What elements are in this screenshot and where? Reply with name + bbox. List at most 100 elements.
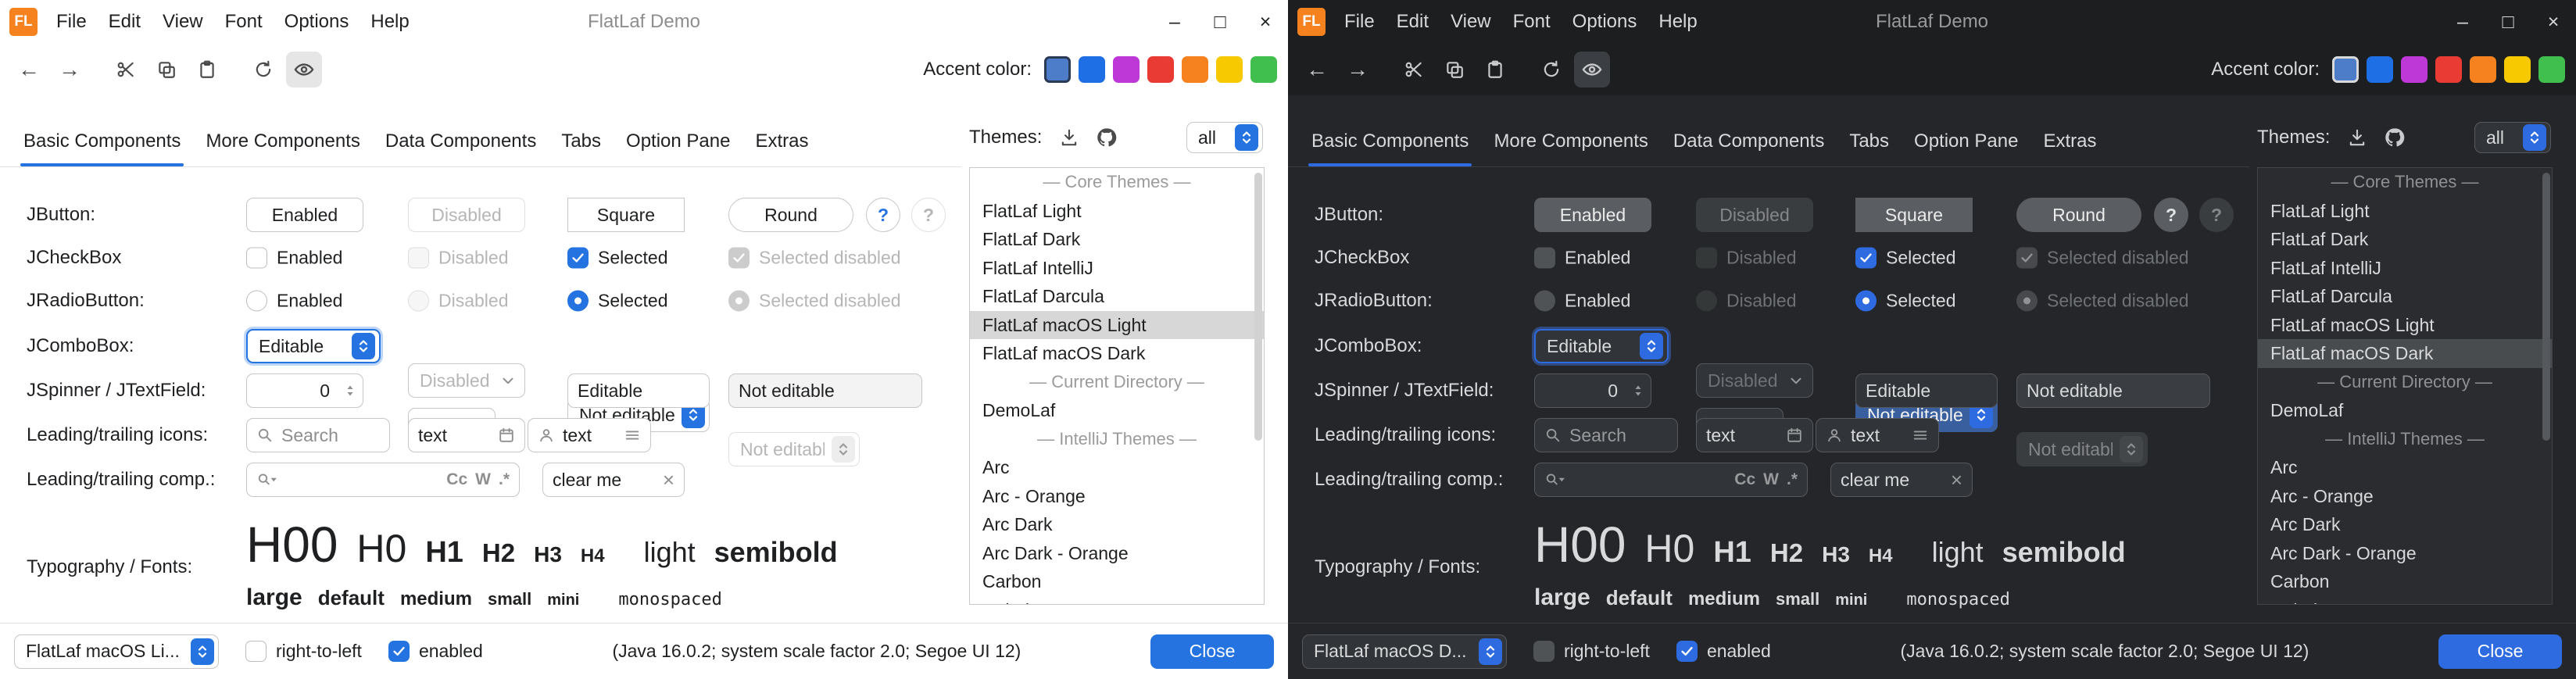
whole-word-button[interactable]: W	[475, 470, 491, 489]
accent-swatch[interactable]	[2401, 56, 2428, 83]
editable-combobox[interactable]	[1534, 329, 1669, 363]
themes-scrollbar[interactable]	[2542, 170, 2550, 602]
theme-list-item[interactable]: FlatLaf Light	[970, 197, 1264, 226]
date-input[interactable]	[1706, 425, 1778, 446]
enabled-button[interactable]: Enabled	[1534, 198, 1651, 232]
minimize-button[interactable]: –	[2440, 0, 2485, 44]
theme-list-item[interactable]: Arc Dark	[2258, 510, 2552, 539]
accent-swatch[interactable]	[1147, 56, 1174, 83]
tab-tabs[interactable]: Tabs	[1838, 120, 1900, 166]
tab-extras[interactable]: Extras	[2032, 120, 2107, 166]
theme-list-item[interactable]: Cobalt 2	[970, 596, 1264, 606]
show-hidden-toggle-button[interactable]	[1574, 52, 1610, 88]
user-input[interactable]	[1851, 425, 1904, 446]
date-field[interactable]	[1696, 418, 1813, 452]
forward-button[interactable]: →	[52, 52, 88, 88]
combo-updown-icon[interactable]	[1479, 638, 1502, 665]
radio-selected[interactable]: Selected	[567, 291, 668, 312]
tab-more-components[interactable]: More Components	[1483, 120, 1658, 166]
editable-textfield[interactable]	[1855, 373, 1998, 408]
theme-list-item[interactable]: Carbon	[970, 567, 1264, 596]
theme-list-item[interactable]: Arc Dark - Orange	[970, 539, 1264, 568]
right-to-left-checkbox[interactable]: right-to-left	[245, 641, 362, 662]
editable-textfield-input[interactable]	[578, 381, 699, 402]
cut-button[interactable]	[108, 52, 144, 88]
square-button[interactable]: Square	[1855, 198, 1973, 232]
match-case-button[interactable]: Cc	[1734, 470, 1755, 489]
menu-font[interactable]: Font	[1502, 6, 1562, 38]
theme-list-item[interactable]: Cobalt 2	[2258, 596, 2552, 606]
right-to-left-checkbox[interactable]: right-to-left	[1533, 641, 1650, 662]
combobox-input[interactable]	[259, 336, 345, 357]
menu-edit[interactable]: Edit	[98, 6, 152, 38]
combo-updown-icon[interactable]	[1640, 333, 1663, 359]
paste-button[interactable]	[1477, 52, 1513, 88]
maximize-button[interactable]: □	[2485, 0, 2531, 44]
calendar-icon[interactable]	[1786, 427, 1803, 444]
search-input[interactable]	[1569, 425, 1668, 446]
theme-list-item[interactable]: FlatLaf Dark	[970, 225, 1264, 254]
theme-list-item[interactable]: Arc	[970, 453, 1264, 482]
spinner[interactable]	[246, 373, 363, 408]
square-button[interactable]: Square	[567, 198, 685, 232]
forward-button[interactable]: →	[1340, 52, 1376, 88]
theme-combobox[interactable]: FlatLaf macOS Li...	[14, 634, 219, 669]
copy-button[interactable]	[1436, 52, 1472, 88]
tab-data-components[interactable]: Data Components	[374, 120, 547, 166]
theme-list-item[interactable]: Arc	[2258, 453, 2552, 482]
date-field[interactable]	[408, 418, 525, 452]
date-input[interactable]	[418, 425, 490, 446]
accent-swatch[interactable]	[1182, 56, 1208, 83]
show-hidden-toggle-button[interactable]	[286, 52, 322, 88]
menu-icon[interactable]	[1912, 427, 1929, 444]
search-options-field[interactable]: Cc W .*	[1534, 463, 1808, 497]
clearable-field[interactable]: ×	[1830, 463, 1973, 497]
radio-enabled[interactable]: Enabled	[246, 291, 342, 312]
regex-button[interactable]: .*	[1787, 470, 1798, 489]
tab-extras[interactable]: Extras	[744, 120, 819, 166]
radio-enabled[interactable]: Enabled	[1534, 291, 1630, 312]
search-field[interactable]	[246, 418, 390, 452]
checkbox-enabled[interactable]: Enabled	[246, 248, 342, 269]
theme-list-item[interactable]: FlatLaf macOS Dark	[970, 339, 1264, 368]
theme-list-item[interactable]: Carbon	[2258, 567, 2552, 596]
theme-list-item[interactable]: FlatLaf IntelliJ	[2258, 254, 2552, 283]
cut-button[interactable]	[1396, 52, 1432, 88]
tab-basic-components[interactable]: Basic Components	[1301, 120, 1479, 166]
editable-textfield-input[interactable]	[1866, 381, 1987, 402]
theme-list-item[interactable]: FlatLaf macOS Light	[2258, 311, 2552, 340]
back-button[interactable]: ←	[1299, 52, 1335, 88]
accent-swatch[interactable]	[2470, 56, 2496, 83]
spinner-input[interactable]	[1544, 381, 1618, 402]
spinner[interactable]	[1534, 373, 1651, 408]
clear-icon[interactable]: ×	[1951, 470, 1962, 490]
clearable-input[interactable]	[1841, 470, 1943, 491]
tab-option-pane[interactable]: Option Pane	[1903, 120, 2029, 166]
clearable-field[interactable]: ×	[542, 463, 685, 497]
theme-list-item[interactable]: Arc Dark	[970, 510, 1264, 539]
menu-help[interactable]: Help	[360, 6, 420, 38]
search-input[interactable]	[281, 425, 380, 446]
spinner-input[interactable]	[256, 381, 330, 402]
enabled-checkbox[interactable]: enabled	[388, 641, 483, 662]
accent-swatch[interactable]	[2332, 56, 2359, 83]
theme-list-item[interactable]: FlatLaf Light	[2258, 197, 2552, 226]
accent-swatch[interactable]	[1079, 56, 1105, 83]
close-window-button[interactable]: ×	[2531, 0, 2576, 44]
back-button[interactable]: ←	[11, 52, 47, 88]
copy-button[interactable]	[148, 52, 184, 88]
menu-file[interactable]: File	[1333, 6, 1386, 38]
theme-list-item[interactable]: FlatLaf Darcula	[970, 282, 1264, 311]
user-field[interactable]	[528, 418, 651, 452]
editable-combobox[interactable]	[246, 329, 381, 363]
theme-list-item[interactable]: Arc - Orange	[970, 482, 1264, 511]
github-button[interactable]	[2378, 121, 2411, 154]
clearable-input[interactable]	[553, 470, 655, 491]
github-button[interactable]	[1090, 121, 1123, 154]
clear-icon[interactable]: ×	[663, 470, 674, 490]
accent-swatch[interactable]	[1250, 56, 1277, 83]
close-window-button[interactable]: ×	[1243, 0, 1288, 44]
enabled-button[interactable]: Enabled	[246, 198, 363, 232]
spinner-arrows-icon[interactable]	[1632, 382, 1644, 399]
editable-textfield[interactable]	[567, 373, 710, 408]
